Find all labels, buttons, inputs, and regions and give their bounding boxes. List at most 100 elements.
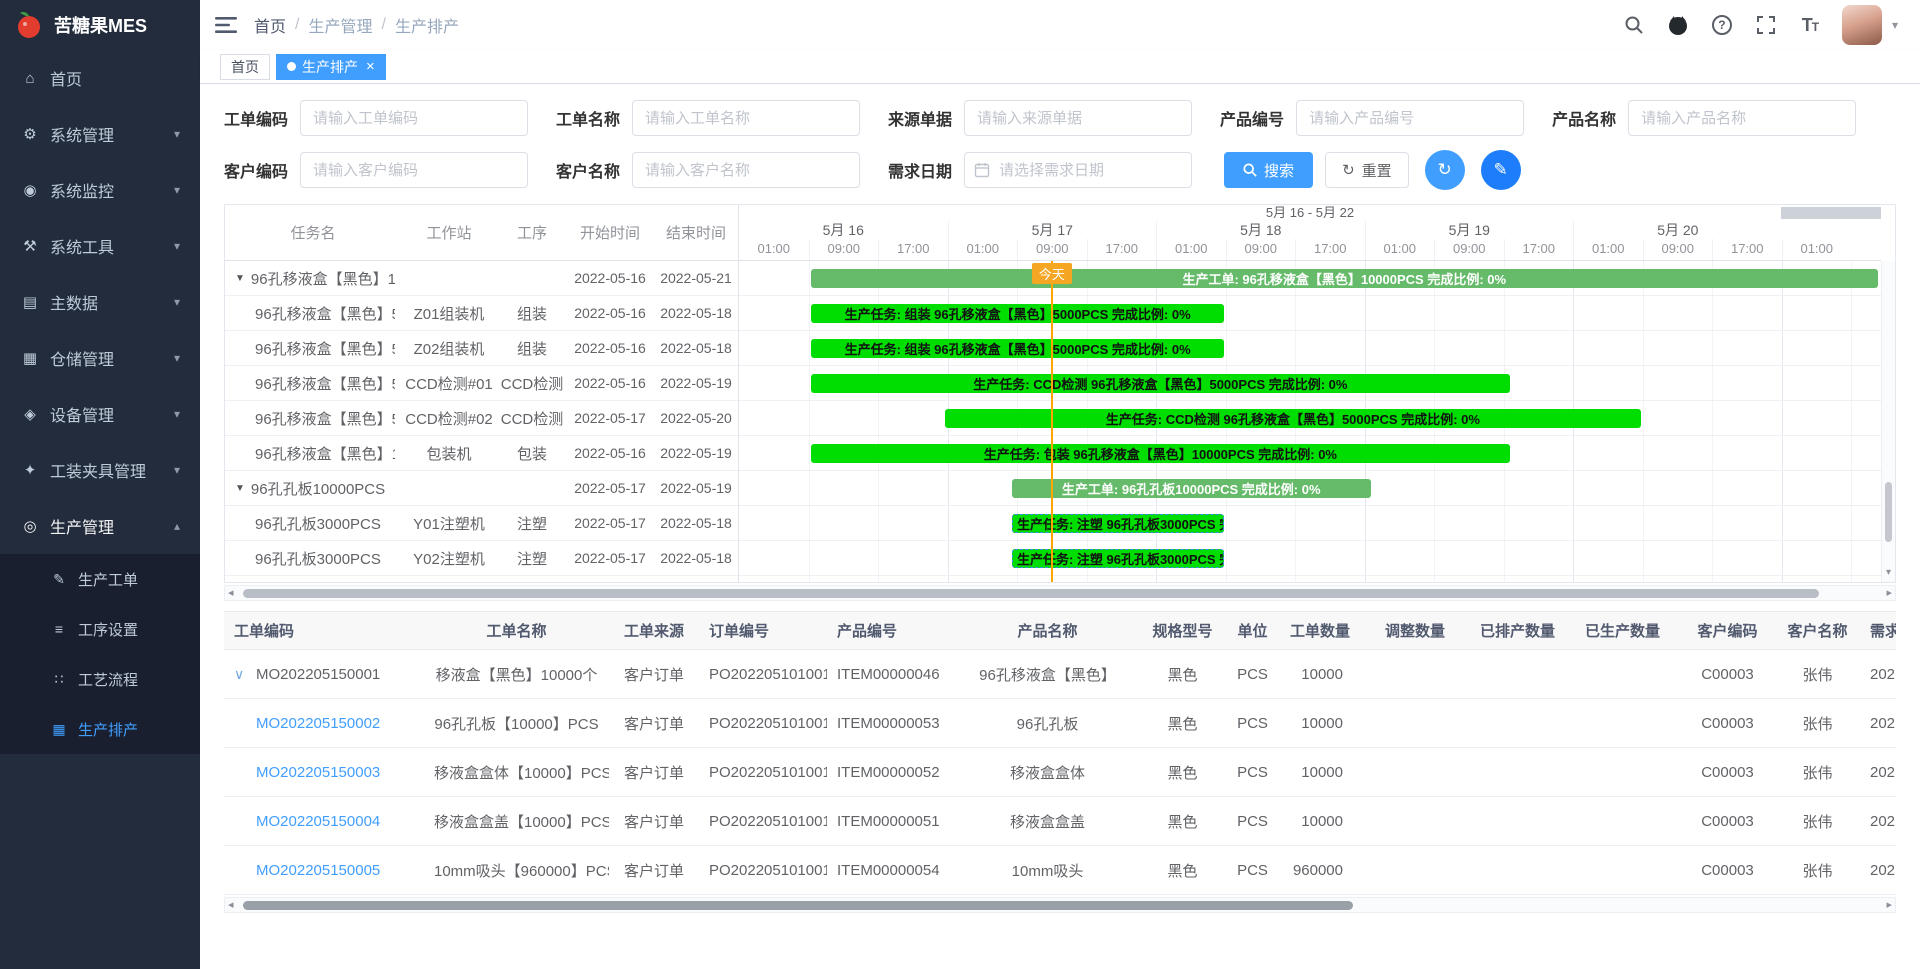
gantt-task-row[interactable]: 96孔移液盒【黑色】5000PCSZ02组装机组装2022-05-162022-… — [225, 331, 738, 366]
timeline-day-label: 5月 19 — [1365, 221, 1574, 239]
gantt-task-row[interactable]: 96孔孔板3000PCSY02注塑机注塑2022-05-172022-05-18 — [225, 541, 738, 576]
task-bar[interactable]: 生产任务: 包装 96孔移液盒【黑色】10000PCS 完成比例: 0% — [811, 444, 1510, 463]
hamburger-icon[interactable] — [200, 0, 252, 50]
gantt-task-row[interactable]: 96孔孔板3000PCSY01注塑机注塑2022-05-172022-05-18 — [225, 506, 738, 541]
sidebar-item-home[interactable]: ⌂首页 — [0, 50, 200, 106]
table-row[interactable]: MO202205150004移液盒盒盖【10000】PCS客户订单PO20220… — [224, 797, 1896, 846]
workorder-code-input[interactable] — [300, 100, 528, 136]
workstation-cell: CCD检测#02 — [401, 408, 497, 429]
font-size-icon[interactable]: TT — [1798, 13, 1822, 37]
timeline-scroll-block[interactable] — [1781, 207, 1881, 219]
scroll-down-arrow[interactable]: ▾ — [1882, 566, 1895, 582]
collapse-triangle-icon[interactable]: ▼ — [235, 273, 245, 284]
cell-item-no: ITEM00000051 — [827, 813, 955, 830]
customer-name-input[interactable] — [632, 152, 860, 188]
sidebar-item-equipment-management[interactable]: ◈设备管理▾ — [0, 386, 200, 442]
scrollbar-thumb[interactable] — [243, 901, 1353, 910]
sidebar-item-master-data[interactable]: ▤主数据▾ — [0, 274, 200, 330]
scrollbar-thumb[interactable] — [243, 589, 1819, 598]
cell-item-no: ITEM00000053 — [827, 715, 955, 732]
scroll-left-arrow[interactable]: ◂ — [228, 588, 234, 599]
scroll-left-arrow[interactable]: ◂ — [228, 900, 234, 911]
edit-circle-button[interactable]: ✎ — [1481, 150, 1521, 190]
reset-button[interactable]: ↻ 重置 — [1325, 152, 1409, 188]
chevron-down-icon: ▾ — [174, 239, 180, 253]
table-row[interactable]: MO202205150003移液盒盒体【10000】PCS客户订单PO20220… — [224, 748, 1896, 797]
sidebar-item-process-settings[interactable]: ≡工序设置 — [0, 604, 200, 654]
start-time-cell: 2022-05-17 — [567, 480, 653, 496]
demand-date-input[interactable] — [964, 152, 1192, 188]
avatar[interactable] — [1842, 5, 1882, 45]
orders-column-header: 规格型号 — [1140, 620, 1225, 641]
sidebar-item-label: 首页 — [50, 66, 82, 90]
sidebar-item-production-management[interactable]: ◎生产管理▴ — [0, 498, 200, 554]
table-row[interactable]: MO20220515000510mm吸头【960000】PCS客户订单PO202… — [224, 846, 1896, 895]
product-code-input[interactable] — [1296, 100, 1524, 136]
help-icon[interactable]: ? — [1710, 13, 1734, 37]
cell-name: 移液盒盒盖【10000】PCS — [424, 811, 609, 832]
page-content: 工单编码工单名称来源单据产品编号产品名称 客户编码客户名称需求日期 搜索 ↻ 重… — [200, 84, 1920, 969]
sidebar-item-system-management[interactable]: ⚙系统管理▾ — [0, 106, 200, 162]
gantt-vertical-scrollbar[interactable]: ▾ — [1881, 261, 1895, 582]
table-row[interactable]: ∨MO202205150001移液盒【黑色】10000个客户订单PO202205… — [224, 650, 1896, 699]
close-icon[interactable]: × — [366, 59, 375, 74]
task-bar[interactable]: 生产任务: CCD检测 96孔移液盒【黑色】5000PCS 完成比例: 0% — [945, 409, 1642, 428]
scroll-right-arrow[interactable]: ▸ — [1886, 588, 1892, 599]
search-button[interactable]: 搜索 — [1224, 152, 1313, 188]
fullscreen-icon[interactable] — [1754, 13, 1778, 37]
topbar-actions: ? TT ▾ — [1622, 5, 1898, 45]
sidebar-item-process-flow[interactable]: ∷工艺流程 — [0, 654, 200, 704]
cell-qty: 960000 — [1280, 862, 1375, 879]
customer-code-input[interactable] — [300, 152, 528, 188]
gantt-task-row[interactable]: 96孔孔板3000PCSY03注塑机注塑2022-05-172022-05-18 — [225, 576, 738, 582]
cell-item-no: ITEM00000054 — [827, 862, 955, 879]
task-bar[interactable]: 生产任务: CCD检测 96孔移液盒【黑色】5000PCS 完成比例: 0% — [811, 374, 1510, 393]
search-icon[interactable] — [1622, 13, 1646, 37]
task-bar[interactable]: 生产任务: 注塑 96孔孔板3000PCS 完成比例: 0% — [1012, 514, 1224, 533]
workorder-bar[interactable]: 生产工单: 96孔孔板10000PCS 完成比例: 0% — [1012, 479, 1371, 498]
refresh-circle-button[interactable]: ↻ — [1425, 150, 1465, 190]
sidebar-item-production-scheduling[interactable]: ▦生产排产 — [0, 704, 200, 754]
table-horizontal-scrollbar[interactable]: ◂ ▸ — [224, 897, 1896, 913]
task-bar[interactable]: 生产任务: 组装 96孔移液盒【黑色】5000PCS 完成比例: 0% — [811, 339, 1224, 358]
source-document-input[interactable] — [964, 100, 1192, 136]
sidebar-item-system-monitor[interactable]: ◉系统监控▾ — [0, 162, 200, 218]
workorder-bar[interactable]: 生产工单: 96孔移液盒【黑色】10000PCS 完成比例: 0% — [811, 269, 1878, 288]
collapse-triangle-icon[interactable]: ▼ — [235, 483, 245, 494]
sidebar-item-warehouse-management[interactable]: ▦仓储管理▾ — [0, 330, 200, 386]
workorder-code-link[interactable]: MO202205150003 — [256, 764, 380, 781]
chevron-down-icon[interactable]: ▾ — [1892, 18, 1898, 32]
gantt-task-row[interactable]: ▼96孔移液盒【黑色】10000PCS2022-05-162022-05-21 — [225, 261, 738, 296]
sidebar-item-system-tools[interactable]: ⚒系统工具▾ — [0, 218, 200, 274]
breadcrumb-item[interactable]: 生产管理 — [308, 13, 372, 37]
gantt-horizontal-scrollbar[interactable]: ◂ ▸ — [224, 585, 1896, 601]
gantt-task-row[interactable]: 96孔移液盒【黑色】10000PCS包装机包装2022-05-162022-05… — [225, 436, 738, 471]
github-icon[interactable] — [1666, 13, 1690, 37]
product-name-input[interactable] — [1628, 100, 1856, 136]
scrollbar-thumb[interactable] — [1885, 482, 1892, 542]
cell-customer-code: C00003 — [1680, 764, 1775, 781]
breadcrumb-item[interactable]: 首页 — [254, 13, 286, 37]
workorder-code-link[interactable]: MO202205150005 — [256, 862, 380, 879]
gantt-task-row[interactable]: 96孔移液盒【黑色】5000PCSCCD检测#02CCD检测2022-05-17… — [225, 401, 738, 436]
chevron-down-icon[interactable]: ∨ — [234, 666, 256, 683]
gantt-task-row[interactable]: ▼96孔孔板10000PCS2022-05-172022-05-19 — [225, 471, 738, 506]
workorder-name-input[interactable] — [632, 100, 860, 136]
scroll-right-arrow[interactable]: ▸ — [1886, 900, 1892, 911]
sidebar-item-fixture-management[interactable]: ✦工装夹具管理▾ — [0, 442, 200, 498]
gantt-task-row[interactable]: 96孔移液盒【黑色】5000PCSCCD检测#01CCD检测2022-05-16… — [225, 366, 738, 401]
workstation-cell: CCD检测#01 — [401, 373, 497, 394]
task-bar[interactable]: 生产任务: 注塑 96孔孔板3000PCS 完成比例: 0% — [1012, 549, 1224, 568]
task-bar[interactable]: 生产任务: 组装 96孔移液盒【黑色】5000PCS 完成比例: 0% — [811, 304, 1224, 323]
cell-demand-date: 202 — [1860, 715, 1896, 732]
sidebar-item-production-workorder[interactable]: ✎生产工单 — [0, 554, 200, 604]
workorder-code-link[interactable]: MO202205150002 — [256, 715, 380, 732]
table-row[interactable]: MO20220515000296孔孔板【10000】PCS客户订单PO20220… — [224, 699, 1896, 748]
tab-production-scheduling[interactable]: 生产排产× — [276, 54, 386, 80]
process-cell: 包装 — [497, 443, 567, 464]
workorder-code-link[interactable]: MO202205150004 — [256, 813, 380, 830]
gantt-task-row[interactable]: 96孔移液盒【黑色】5000PCSZ01组装机组装2022-05-162022-… — [225, 296, 738, 331]
tab-home[interactable]: 首页 — [220, 54, 270, 80]
app-logo[interactable]: 苦糖果MES — [0, 0, 200, 50]
sidebar-submenu: ✎生产工单≡工序设置∷工艺流程▦生产排产 — [0, 554, 200, 754]
